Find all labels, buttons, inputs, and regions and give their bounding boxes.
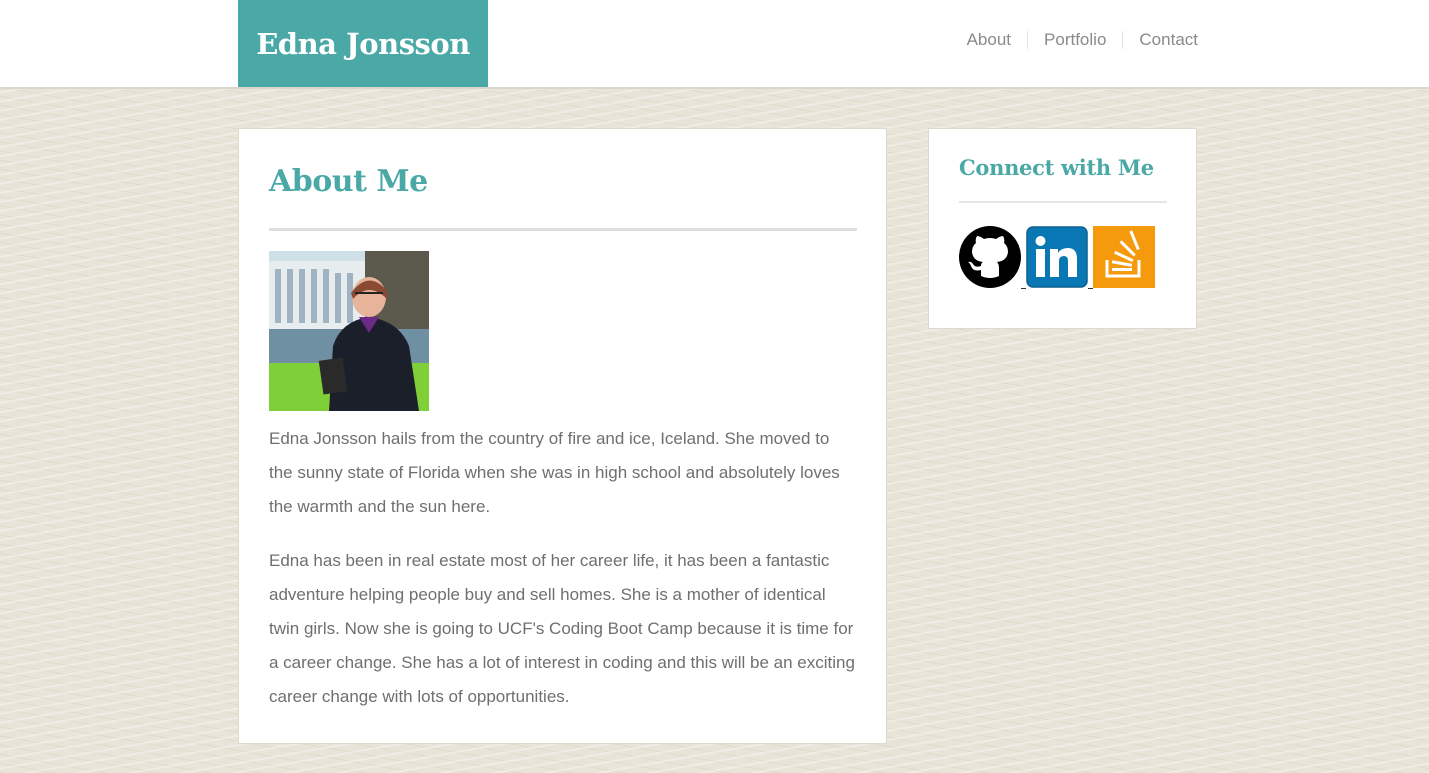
- nav-about-link[interactable]: About: [951, 31, 1027, 49]
- connect-title: Connect with Me: [959, 155, 1154, 180]
- nav-contact-link[interactable]: Contact: [1122, 31, 1198, 49]
- github-link[interactable]: [959, 226, 1021, 288]
- connect-card: Connect with Me: [928, 128, 1197, 329]
- stackoverflow-icon: [1093, 226, 1155, 288]
- profile-photo-illustration: [269, 251, 429, 411]
- link-underline: [1021, 288, 1026, 289]
- github-icon: [959, 226, 1021, 288]
- nav-portfolio-link[interactable]: Portfolio: [1027, 31, 1122, 49]
- link-underline: [1088, 288, 1093, 289]
- about-paragraph: Edna has been in real estate most of her…: [269, 551, 855, 706]
- site-header: Edna Jonsson About Portfolio Contact: [0, 0, 1429, 89]
- about-card: About Me Edna Jonsson hails from the cou…: [238, 128, 887, 744]
- about-divider: [269, 228, 857, 231]
- linkedin-link[interactable]: [1026, 226, 1088, 288]
- profile-photo: [269, 251, 429, 411]
- main-nav: About Portfolio Contact: [951, 30, 1198, 50]
- about-paragraph: Edna Jonsson hails from the country of f…: [269, 429, 840, 516]
- connect-divider: [959, 201, 1167, 203]
- linkedin-icon: [1026, 226, 1088, 288]
- about-title: About Me: [269, 164, 428, 199]
- stackoverflow-link[interactable]: [1093, 226, 1155, 288]
- site-brand[interactable]: Edna Jonsson: [238, 0, 488, 87]
